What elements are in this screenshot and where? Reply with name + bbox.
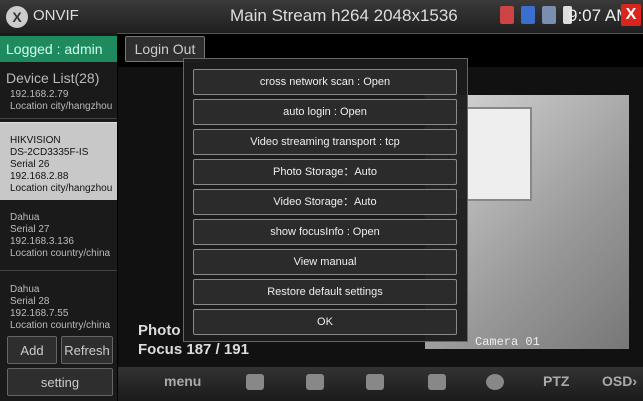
- cross-network-scan-option[interactable]: cross network scan : Open: [193, 69, 457, 95]
- logged-in-status: Logged : admin: [0, 36, 117, 62]
- title-bar: X ONVIF Main Stream h264 2048x1536 9:07 …: [0, 0, 643, 34]
- chevron-right-icon: ›: [632, 373, 638, 389]
- device-ip: 192.168.7.55: [10, 308, 69, 319]
- device-item[interactable]: Dahua Serial 28 192.168.7.55 Location co…: [0, 284, 117, 332]
- device-item-selected[interactable]: HIKVISION DS-2CD3335F-IS Serial 26 192.1…: [0, 122, 117, 200]
- device-brand: Dahua: [10, 284, 40, 295]
- photo-label: Photo: [138, 322, 181, 339]
- add-button[interactable]: Add: [7, 336, 57, 364]
- mute-icon[interactable]: [428, 374, 446, 390]
- app-name: ONVIF: [33, 7, 79, 24]
- device-ip: 192.168.2.88: [10, 171, 69, 182]
- setting-button[interactable]: setting: [7, 368, 113, 396]
- device-serial: Serial 26: [10, 159, 50, 170]
- auto-login-option[interactable]: auto login : Open: [193, 99, 457, 125]
- device-serial: Serial 27: [10, 224, 50, 235]
- network-status-icon: [542, 6, 556, 24]
- divider: [0, 118, 117, 119]
- focus-value: 187 / 191: [186, 341, 249, 358]
- device-item[interactable]: Dahua Serial 27 192.168.3.136 Location c…: [0, 212, 117, 260]
- menu-button[interactable]: menu: [164, 373, 201, 389]
- device-list-heading: Device List(28): [6, 70, 100, 86]
- refresh-button[interactable]: Refresh: [61, 336, 113, 364]
- streaming-transport-option[interactable]: Video streaming transport : tcp: [193, 129, 457, 155]
- onvif-logo-icon: X: [6, 6, 28, 28]
- video-storage-option[interactable]: Video Storage：Auto: [193, 189, 457, 215]
- ok-button[interactable]: OK: [193, 309, 457, 335]
- status-icons: [500, 6, 572, 24]
- osd-button[interactable]: OSD›: [602, 373, 637, 389]
- device-ip: 192.168.2.79: [10, 89, 69, 100]
- camera-name-overlay: Camera 01: [475, 335, 540, 349]
- ptz-button[interactable]: PTZ: [543, 373, 569, 389]
- show-focus-info-option[interactable]: show focusInfo : Open: [193, 219, 457, 245]
- divider: [0, 270, 117, 271]
- camera-icon[interactable]: [306, 374, 324, 390]
- record-status-icon: [500, 6, 514, 24]
- device-model: DS-2CD3335F-IS: [10, 147, 89, 158]
- record-icon[interactable]: [366, 374, 384, 390]
- stream-title: Main Stream h264 2048x1536: [230, 6, 458, 25]
- image-icon[interactable]: [246, 374, 264, 390]
- restore-defaults-button[interactable]: Restore default settings: [193, 279, 457, 305]
- device-location: Location city/hangzhou: [10, 101, 113, 112]
- bottom-toolbar: menu PTZ OSD›: [118, 367, 643, 401]
- device-serial: Serial 28: [10, 296, 50, 307]
- photo-storage-option[interactable]: Photo Storage：Auto: [193, 159, 457, 185]
- settings-dialog: cross network scan : Open auto login : O…: [183, 58, 468, 342]
- device-location: Location country/china: [10, 248, 111, 259]
- device-ip: 192.168.3.136: [10, 236, 74, 247]
- device-location: Location city/hangzhou: [10, 183, 113, 194]
- play-icon[interactable]: [486, 374, 504, 390]
- device-brand: HIKVISION: [10, 135, 61, 146]
- close-button[interactable]: X: [621, 4, 641, 26]
- view-manual-button[interactable]: View manual: [193, 249, 457, 275]
- device-location: Location country/china: [10, 320, 111, 331]
- device-brand: Dahua: [10, 212, 40, 223]
- focus-label: Focus 187 / 191: [138, 341, 249, 358]
- device-item[interactable]: 192.168.2.79 Location city/hangzhou: [0, 89, 117, 113]
- download-status-icon: [521, 6, 535, 24]
